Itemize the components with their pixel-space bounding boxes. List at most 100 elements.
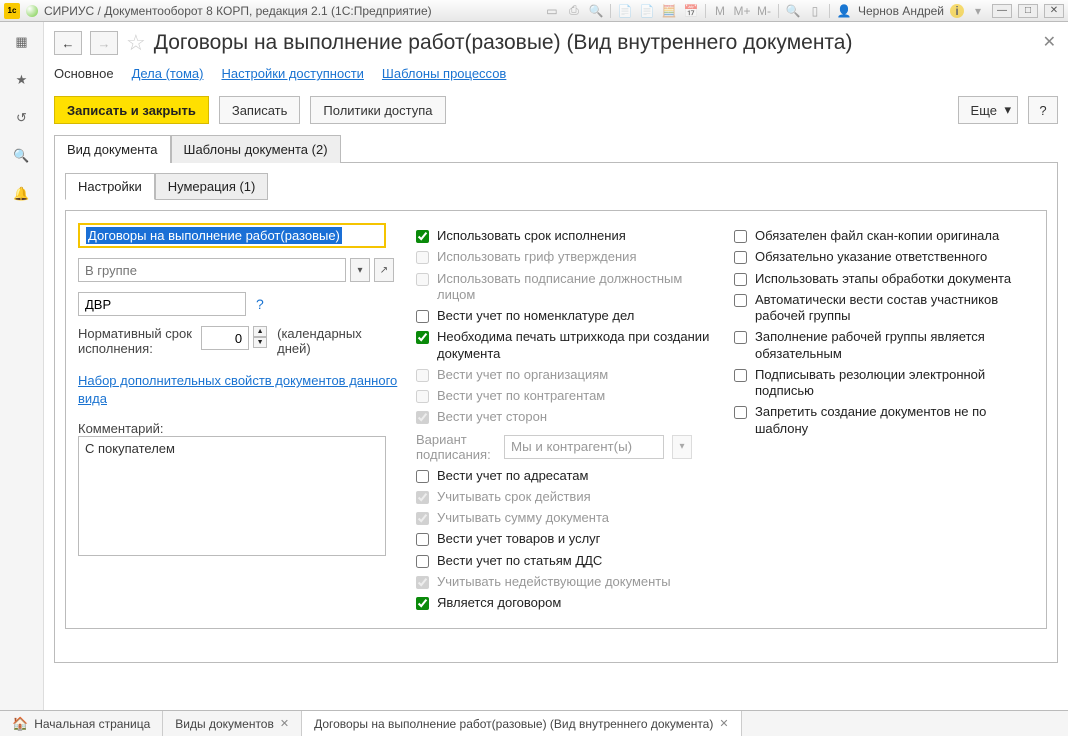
info-icon[interactable]: i <box>950 4 964 18</box>
minimize-button[interactable]: — <box>992 4 1012 18</box>
bell-icon[interactable]: 🔔 <box>12 184 32 204</box>
close-tab-icon[interactable]: ✕ <box>1043 32 1056 52</box>
checkbox-input[interactable] <box>416 470 429 483</box>
checkbox-input[interactable] <box>416 597 429 610</box>
help-button[interactable]: ? <box>1028 96 1058 124</box>
group-open-button[interactable]: ↗ <box>374 258 394 282</box>
checkbox-input[interactable] <box>416 555 429 568</box>
doc-icon[interactable]: 📄 <box>617 3 633 19</box>
m-minus-icon[interactable]: M- <box>756 3 772 19</box>
maximize-button[interactable]: □ <box>1018 4 1038 18</box>
checkbox-option[interactable]: Вести учет по статьям ДДС <box>416 553 716 569</box>
search-tb-icon[interactable]: 🔍 <box>588 3 604 19</box>
close-icon[interactable]: ✕ <box>719 717 728 730</box>
sidebar: ▦ ★ ↺ 🔍 🔔 <box>0 22 44 710</box>
inner-tab-settings[interactable]: Настройки <box>65 173 155 200</box>
checkbox-input[interactable] <box>734 331 747 344</box>
checkbox-option[interactable]: Является договором <box>416 595 716 611</box>
nav-back-button[interactable]: ← <box>54 31 82 55</box>
close-window-button[interactable]: ✕ <box>1044 4 1064 18</box>
checkbox-input[interactable] <box>416 331 429 344</box>
extra-props-link[interactable]: Набор дополнительных свойств документов … <box>78 372 398 407</box>
inner-tab-numbering[interactable]: Нумерация (1) <box>155 173 269 200</box>
group-input[interactable] <box>78 258 346 282</box>
status-dot-icon <box>26 5 38 17</box>
checkbox-option[interactable]: Вести учет по адресатам <box>416 468 716 484</box>
checkbox-option[interactable]: Обязательно указание ответственного <box>734 249 1034 265</box>
comment-textarea[interactable]: С покупателем <box>78 436 386 556</box>
top-tabs: Вид документа Шаблоны документа (2) <box>54 134 1058 163</box>
more-button[interactable]: Еще <box>958 96 1018 124</box>
calc-icon[interactable]: 🧮 <box>661 3 677 19</box>
checkbox-option[interactable]: Использовать этапы обработки документа <box>734 271 1034 287</box>
bottom-tab-home-label: Начальная страница <box>34 717 150 731</box>
tab-doc-templates[interactable]: Шаблоны документа (2) <box>171 135 341 163</box>
checkbox-option[interactable]: Обязателен файл скан-копии оригинала <box>734 228 1034 244</box>
m-plus-icon[interactable]: M+ <box>734 3 750 19</box>
checkbox-option: Вести учет по организациям <box>416 367 716 383</box>
checkbox-option: Учитывать срок действия <box>416 489 716 505</box>
checkbox-input[interactable] <box>416 310 429 323</box>
checkbox-input[interactable] <box>734 406 747 419</box>
save-button[interactable]: Записать <box>219 96 301 124</box>
checkbox-input[interactable] <box>416 230 429 243</box>
name-input[interactable]: Договоры на выполнение работ(разовые) <box>78 223 386 248</box>
copy-icon[interactable]: 📄 <box>639 3 655 19</box>
bottom-tab-current[interactable]: Договоры на выполнение работ(разовые) (В… <box>302 711 742 736</box>
save-and-close-button[interactable]: Записать и закрыть <box>54 96 209 124</box>
star-icon[interactable]: ★ <box>12 70 32 90</box>
apps-icon[interactable]: ▦ <box>12 32 32 52</box>
calendar-icon[interactable]: 📅 <box>683 3 699 19</box>
checkbox-option[interactable]: Запретить создание документов не по шабл… <box>734 404 1034 437</box>
access-policies-button[interactable]: Политики доступа <box>310 96 445 124</box>
bottom-tab-doc-types-label: Виды документов <box>175 717 274 731</box>
checkbox-option[interactable]: Автоматически вести состав участников ра… <box>734 292 1034 325</box>
checkbox-option[interactable]: Необходима печать штрихкода при создании… <box>416 329 716 362</box>
nav-forward-button[interactable]: → <box>90 31 118 55</box>
code-input[interactable] <box>78 292 246 316</box>
group-dropdown-button[interactable]: ▾ <box>350 258 370 282</box>
checkbox-input[interactable] <box>734 369 747 382</box>
subnav-templates[interactable]: Шаблоны процессов <box>382 66 506 81</box>
subnav-cases[interactable]: Дела (тома) <box>132 66 204 81</box>
column-right: Обязателен файл скан-копии оригинала Обяз… <box>734 223 1034 616</box>
sign-variant-select[interactable] <box>504 435 664 459</box>
checkbox-label: Автоматически вести состав участников ра… <box>755 292 1034 325</box>
checkbox-input[interactable] <box>734 294 747 307</box>
spin-up-button[interactable]: ▲ <box>253 326 267 337</box>
checkbox-input[interactable] <box>734 230 747 243</box>
checkbox-input[interactable] <box>734 273 747 286</box>
history-icon[interactable]: ↺ <box>12 108 32 128</box>
preview-icon[interactable]: ▭ <box>544 3 560 19</box>
norm-term-input[interactable] <box>201 326 249 350</box>
checkbox-input <box>416 369 429 382</box>
panel-icon[interactable]: ▯ <box>807 3 823 19</box>
close-icon[interactable]: ✕ <box>280 717 289 730</box>
print-icon[interactable]: ⎙ <box>566 3 582 19</box>
user-icon[interactable]: 👤 <box>836 3 852 19</box>
checkbox-option[interactable]: Заполнение рабочей группы является обяза… <box>734 329 1034 362</box>
spin-down-button[interactable]: ▼ <box>253 337 267 348</box>
dropdown-icon[interactable]: ▾ <box>970 3 986 19</box>
zoom-icon[interactable]: 🔍 <box>785 3 801 19</box>
user-name[interactable]: Чернов Андрей <box>858 4 944 18</box>
tab-panel: Настройки Нумерация (1) Договоры на выпо… <box>54 163 1058 663</box>
checkbox-option[interactable]: Использовать срок исполнения <box>416 228 716 244</box>
sign-variant-label: Вариант подписания: <box>416 432 496 462</box>
checkbox-input[interactable] <box>734 251 747 264</box>
subnav-main[interactable]: Основное <box>54 66 114 81</box>
code-help-icon[interactable]: ? <box>256 296 264 312</box>
subnav-access[interactable]: Настройки доступности <box>221 66 363 81</box>
favorite-star-icon[interactable]: ☆ <box>126 30 146 56</box>
checkbox-option[interactable]: Вести учет товаров и услуг <box>416 531 716 547</box>
checkbox-label: Необходима печать штрихкода при создании… <box>437 329 716 362</box>
checkbox-input[interactable] <box>416 533 429 546</box>
m-icon[interactable]: M <box>712 3 728 19</box>
bottom-tab-doc-types[interactable]: Виды документов ✕ <box>163 711 302 736</box>
tab-doc-type[interactable]: Вид документа <box>54 135 171 163</box>
checkbox-option[interactable]: Подписывать резолюции электронной подпис… <box>734 367 1034 400</box>
search-icon[interactable]: 🔍 <box>12 146 32 166</box>
checkbox-option[interactable]: Вести учет по номенклатуре дел <box>416 308 716 324</box>
checkbox-label: Вести учет товаров и услуг <box>437 531 600 547</box>
bottom-tab-home[interactable]: 🏠 Начальная страница <box>0 711 163 736</box>
